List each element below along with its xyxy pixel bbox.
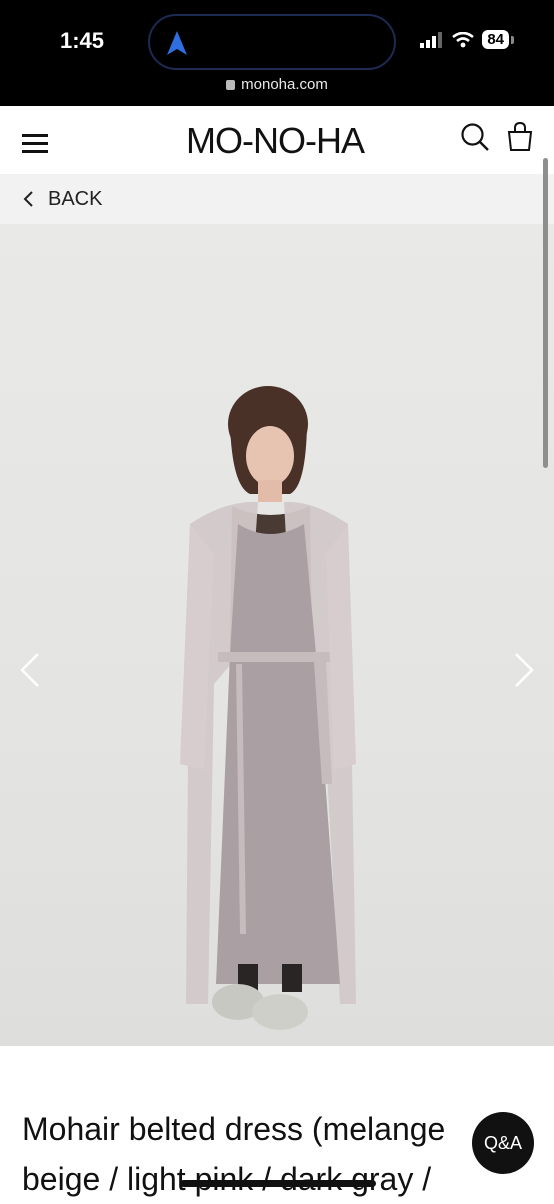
product-title: Mohair belted dress (melange beige / lig…: [22, 1104, 552, 1204]
battery-icon: 84: [482, 30, 509, 49]
hamburger-menu-icon[interactable]: [22, 134, 48, 153]
search-icon[interactable]: [460, 122, 490, 152]
lock-icon: [226, 80, 236, 90]
scrollbar[interactable]: [543, 158, 548, 468]
shopping-bag-icon[interactable]: [506, 122, 534, 152]
url-text: monoha.com: [241, 76, 328, 93]
product-title-line: beige / light pink / dark gray /: [22, 1161, 432, 1197]
system-indicators: 84: [420, 30, 514, 49]
chevron-left-icon[interactable]: [18, 650, 42, 690]
qa-chat-button[interactable]: Q&A: [472, 1112, 534, 1174]
battery-tip: [511, 35, 514, 44]
status-time: 1:45: [60, 28, 105, 53]
chevron-right-icon[interactable]: [512, 650, 536, 690]
wifi-icon: [452, 31, 475, 47]
header-actions: [460, 122, 534, 152]
product-image-carousel[interactable]: [0, 224, 554, 1046]
address-bar[interactable]: monoha.com: [0, 76, 554, 93]
dynamic-island: [148, 14, 396, 70]
site-header: MO-NO-HA: [0, 106, 554, 174]
status-bar: 1:45 84 monoha.com: [0, 0, 554, 106]
back-button[interactable]: BACK: [0, 174, 554, 224]
back-label: BACK: [48, 187, 103, 210]
location-arrow-icon: [167, 31, 187, 55]
site-logo[interactable]: MO-NO-HA: [186, 120, 365, 162]
home-indicator[interactable]: [180, 1180, 376, 1187]
signal-icon: [420, 31, 443, 48]
chevron-left-icon: [23, 191, 33, 207]
product-photo: [180, 386, 356, 1030]
